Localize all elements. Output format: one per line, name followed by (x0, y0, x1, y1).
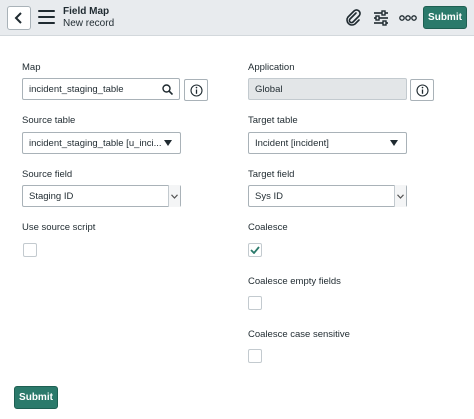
info-icon (415, 83, 429, 97)
source-table-label: Source table (22, 115, 76, 126)
info-icon (189, 83, 203, 97)
paperclip-icon (346, 9, 361, 26)
coalesce-checkbox[interactable] (248, 243, 262, 257)
target-field-select[interactable]: Sys ID (248, 185, 407, 207)
map-label: Map (22, 62, 41, 73)
source-field-select[interactable]: Staging ID (22, 185, 181, 207)
chevron-down-icon (171, 193, 178, 199)
application-field: Global (248, 78, 407, 100)
source-field-label: Source field (22, 169, 73, 180)
form-header: Field Map New record Submit (0, 0, 474, 36)
use-source-script-checkbox[interactable] (23, 243, 37, 257)
application-label: Application (248, 62, 295, 73)
source-table-value: incident_staging_table [u_inci... (29, 137, 162, 149)
application-info-button[interactable] (410, 79, 434, 101)
target-table-label: Target table (248, 115, 298, 126)
footer-submit-button[interactable]: Submit (14, 386, 58, 409)
chevron-down-icon (397, 193, 404, 199)
target-field-value: Sys ID (255, 190, 283, 202)
target-table-value: Incident [incident] (255, 137, 329, 149)
target-field-dropdown-toggle[interactable] (394, 185, 406, 207)
back-button[interactable] (7, 6, 31, 30)
checkmark-icon (250, 246, 260, 254)
search-icon (162, 83, 173, 95)
coalesce-case-sensitive-checkbox[interactable] (248, 349, 262, 363)
more-options-button[interactable] (398, 8, 418, 28)
page-subtitle: New record (63, 18, 115, 29)
coalesce-empty-fields-checkbox[interactable] (248, 296, 262, 310)
map-info-button[interactable] (184, 79, 208, 101)
more-icon (399, 15, 417, 21)
menu-icon[interactable] (38, 10, 55, 26)
map-field[interactable]: incident_staging_table (22, 78, 157, 100)
header-submit-button[interactable]: Submit (423, 6, 467, 29)
chevron-down-icon (164, 140, 172, 146)
source-field-dropdown-toggle[interactable] (168, 185, 180, 207)
use-source-script-label: Use source script (22, 222, 96, 233)
map-lookup-button[interactable] (156, 78, 180, 100)
back-icon (14, 12, 22, 24)
source-table-select[interactable]: incident_staging_table [u_inci... (22, 132, 181, 154)
sliders-icon (374, 10, 388, 26)
target-table-select[interactable]: Incident [incident] (248, 132, 407, 154)
target-field-label: Target field (248, 169, 295, 180)
attachment-button[interactable] (343, 8, 363, 28)
coalesce-label: Coalesce (248, 222, 288, 233)
page-title: Field Map (63, 6, 110, 17)
personalize-button[interactable] (371, 8, 391, 28)
title-block: Field Map New record (63, 6, 114, 30)
coalesce-case-sensitive-label: Coalesce case sensitive (248, 329, 350, 340)
coalesce-empty-fields-label: Coalesce empty fields (248, 276, 341, 287)
source-field-value: Staging ID (29, 190, 74, 202)
chevron-down-icon (390, 140, 398, 146)
